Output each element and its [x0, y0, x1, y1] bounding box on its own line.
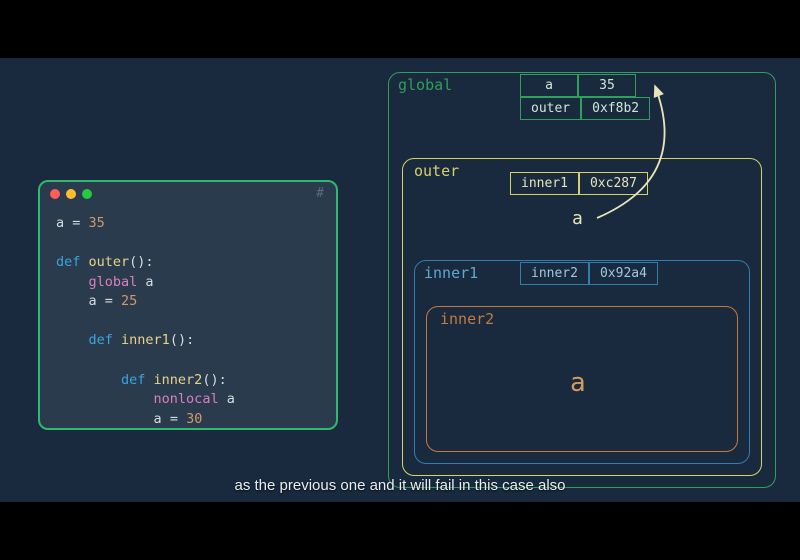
code-window: # a = 35 def outer(): global a a = 25 de…	[38, 180, 338, 430]
cell-key: inner1	[510, 172, 579, 195]
symbol-table-inner1: inner2 0x92a4	[520, 262, 658, 285]
code-kw: def	[89, 332, 122, 348]
code-var: a	[154, 411, 162, 427]
code-kw: nonlocal	[154, 391, 227, 407]
code-op: =	[97, 293, 121, 309]
code-paren: ():	[170, 332, 194, 348]
code-fn: inner1	[121, 332, 170, 348]
table-row: inner1 0xc287	[510, 172, 648, 195]
close-icon	[50, 189, 60, 199]
inner2-variable-a: a	[570, 368, 586, 398]
code-var: a	[227, 391, 235, 407]
maximize-icon	[82, 189, 92, 199]
comment-hash: #	[316, 186, 324, 201]
cell-key: inner2	[520, 262, 589, 285]
code-var: a	[56, 215, 64, 231]
minimize-icon	[66, 189, 76, 199]
code-num: 35	[89, 215, 105, 231]
table-row: a 35	[520, 74, 650, 97]
cell-val: 0x92a4	[589, 262, 658, 285]
arrow-source-a: a	[572, 208, 583, 229]
scope-label-inner1: inner1	[424, 264, 478, 282]
table-row: inner2 0x92a4	[520, 262, 658, 285]
code-kw: def	[56, 254, 89, 270]
cell-key: outer	[520, 97, 581, 120]
code-op: =	[64, 215, 88, 231]
code-paren: ():	[129, 254, 153, 270]
code-num: 25	[121, 293, 137, 309]
code-fn: inner2	[154, 372, 203, 388]
video-caption: as the previous one and it will fail in …	[0, 477, 800, 494]
scope-label-outer: outer	[414, 162, 459, 180]
cell-val: 35	[578, 74, 636, 97]
cell-val: 0xc287	[579, 172, 648, 195]
symbol-table-global: a 35 outer 0xf8b2	[520, 74, 650, 120]
cell-val: 0xf8b2	[581, 97, 650, 120]
diagram-stage: # a = 35 def outer(): global a a = 25 de…	[0, 58, 800, 502]
code-num: 30	[186, 411, 202, 427]
scope-label-global: global	[398, 76, 452, 94]
symbol-table-outer: inner1 0xc287	[510, 172, 648, 195]
window-titlebar: #	[40, 182, 336, 206]
scope-label-inner2: inner2	[440, 310, 494, 328]
code-var: a	[89, 293, 97, 309]
table-row: outer 0xf8b2	[520, 97, 650, 120]
code-paren: ():	[202, 372, 226, 388]
code-var: a	[145, 274, 153, 290]
code-kw: global	[89, 274, 146, 290]
code-body: a = 35 def outer(): global a a = 25 def …	[40, 206, 336, 430]
code-fn: outer	[89, 254, 130, 270]
cell-key: a	[520, 74, 578, 97]
code-op: =	[162, 411, 186, 427]
code-kw: def	[121, 372, 154, 388]
